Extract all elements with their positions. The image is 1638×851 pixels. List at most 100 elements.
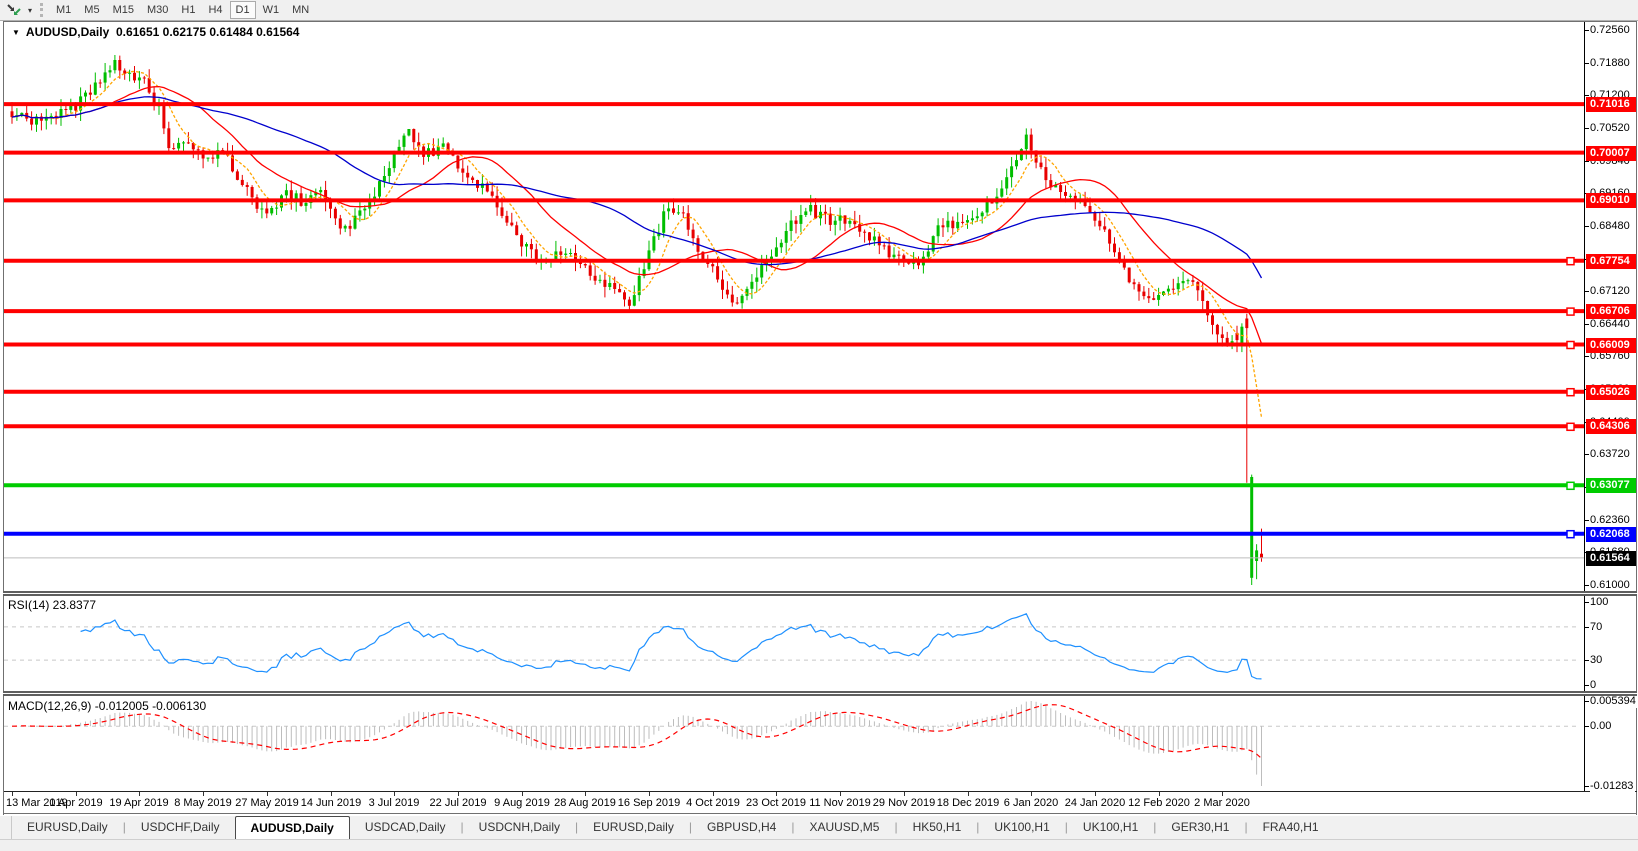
time-axis-line xyxy=(4,791,1637,792)
price-axis-tick xyxy=(1584,226,1589,227)
time-axis-label: 19 Apr 2019 xyxy=(109,797,168,809)
price-axis-label: 0.67120 xyxy=(1590,285,1632,298)
timeframe-button-d1[interactable]: D1 xyxy=(230,1,256,19)
status-strip xyxy=(0,839,1638,851)
rsi-axis-label: 70 xyxy=(1590,621,1604,634)
price-chart-canvas[interactable] xyxy=(4,22,1584,591)
price-axis-label: 0.70520 xyxy=(1590,122,1632,135)
tab-ger30-h1[interactable]: GER30,H1 xyxy=(1156,816,1244,839)
timeframe-button-m1[interactable]: M1 xyxy=(50,1,77,19)
rsi-axis-tick xyxy=(1584,627,1589,628)
time-axis-label: 8 May 2019 xyxy=(174,797,231,809)
dropdown-caret-icon[interactable]: ▾ xyxy=(24,6,36,15)
time-axis-tick xyxy=(1159,792,1160,796)
tab-gbpusd-h4[interactable]: GBPUSD,H4 xyxy=(692,816,791,839)
rsi-axis-tick xyxy=(1584,660,1589,661)
mt4-window: ▾ M1M5M15M30H1H4D1W1MN ▼ AUDUSD,Daily 0.6… xyxy=(0,0,1638,851)
price-axis-label: 0.66440 xyxy=(1590,318,1632,331)
time-axis-tick xyxy=(331,792,332,796)
price-axis-label: 0.72560 xyxy=(1590,24,1632,37)
time-axis-tick xyxy=(394,792,395,796)
timeframe-button-mn[interactable]: MN xyxy=(286,1,315,19)
price-axis-tick xyxy=(1584,95,1589,96)
macd-axis-label: -0.01283 xyxy=(1590,780,1635,793)
macd-axis-tick xyxy=(1584,726,1589,727)
tab-fra40-h1[interactable]: FRA40,H1 xyxy=(1248,816,1334,839)
time-axis-tick xyxy=(139,792,140,796)
macd-axis-tick xyxy=(1584,786,1589,787)
time-axis-tick xyxy=(1095,792,1096,796)
tab-usdcad-daily[interactable]: USDCAD,Daily xyxy=(350,816,461,839)
time-axis-label: 27 May 2019 xyxy=(235,797,299,809)
tab-eurusd-daily[interactable]: EURUSD,Daily xyxy=(578,816,689,839)
timeframe-button-m5[interactable]: M5 xyxy=(78,1,105,19)
tab-scroll-stub[interactable] xyxy=(0,816,12,839)
time-axis-label: 4 Oct 2019 xyxy=(686,797,740,809)
rsi-axis-tick xyxy=(1584,602,1589,603)
time-axis-tick xyxy=(267,792,268,796)
hline-price-badge: 0.71016 xyxy=(1586,97,1636,112)
timeframe-button-h1[interactable]: H1 xyxy=(175,1,201,19)
rsi-canvas[interactable] xyxy=(4,596,1584,691)
macd-axis-label: 0.00 xyxy=(1590,720,1613,733)
time-axis-tick xyxy=(203,792,204,796)
macd-axis-label: 0.005394 xyxy=(1590,695,1638,708)
time-axis-label: 6 Jan 2020 xyxy=(1004,797,1058,809)
timeframe-buttons: M1M5M15M30H1H4D1W1MN xyxy=(50,1,316,19)
time-axis-tick xyxy=(776,792,777,796)
price-axis-label: 0.68480 xyxy=(1590,220,1632,233)
tab-usdcnh-daily[interactable]: USDCNH,Daily xyxy=(464,816,575,839)
rsi-indicator-label: RSI(14) 23.8377 xyxy=(8,598,96,612)
time-axis-label: 18 Dec 2019 xyxy=(937,797,999,809)
time-axis-tick xyxy=(1031,792,1032,796)
tab-uk100-h1[interactable]: UK100,H1 xyxy=(1068,816,1153,839)
symbol-label: AUDUSD,Daily xyxy=(26,25,109,39)
time-axis-label: 1 Apr 2019 xyxy=(49,797,102,809)
tab-xauusd-m5[interactable]: XAUUSD,M5 xyxy=(794,816,894,839)
hline-price-badge: 0.64306 xyxy=(1586,419,1636,434)
collapse-triangle-icon[interactable]: ▼ xyxy=(12,28,20,37)
price-axis-tick xyxy=(1584,356,1589,357)
timeframe-toolbar: ▾ M1M5M15M30H1H4D1W1MN xyxy=(0,0,1638,21)
time-axis-tick xyxy=(713,792,714,796)
price-axis-label: 0.71880 xyxy=(1590,57,1632,70)
timeframe-button-m15[interactable]: M15 xyxy=(107,1,140,19)
macd-axis-tick xyxy=(1584,701,1589,702)
toolbar-grip-handle[interactable] xyxy=(40,3,44,17)
time-axis-label: 14 Jun 2019 xyxy=(301,797,362,809)
tab-uk100-h1[interactable]: UK100,H1 xyxy=(979,816,1064,839)
tab-hk50-h1[interactable]: HK50,H1 xyxy=(898,816,977,839)
rsi-axis-tick xyxy=(1584,685,1589,686)
price-axis-tick xyxy=(1584,30,1589,31)
time-axis-label: 11 Nov 2019 xyxy=(809,797,871,809)
current-price-badge: 0.61564 xyxy=(1586,551,1636,566)
price-axis-tick xyxy=(1584,291,1589,292)
tab-eurusd-daily[interactable]: EURUSD,Daily xyxy=(12,816,123,839)
time-axis-tick xyxy=(904,792,905,796)
tab-audusd-daily[interactable]: AUDUSD,Daily xyxy=(235,816,350,839)
chart-arrows-icon xyxy=(6,2,22,18)
price-axis-line xyxy=(1584,22,1585,791)
tab-usdchf-daily[interactable]: USDCHF,Daily xyxy=(126,816,235,839)
time-axis-label: 23 Oct 2019 xyxy=(746,797,806,809)
time-axis-label: 24 Jan 2020 xyxy=(1065,797,1126,809)
time-axis-label: 28 Aug 2019 xyxy=(554,797,616,809)
time-axis-label: 2 Mar 2020 xyxy=(1194,797,1250,809)
hline-price-badge: 0.62068 xyxy=(1586,527,1636,542)
price-axis-tick xyxy=(1584,324,1589,325)
time-axis-tick xyxy=(1222,792,1223,796)
chart-tool-icon[interactable] xyxy=(4,1,24,19)
price-axis-tick xyxy=(1584,454,1589,455)
time-axis-tick xyxy=(649,792,650,796)
pane-splitter-rsi[interactable] xyxy=(3,591,1637,596)
pane-splitter-macd[interactable] xyxy=(3,691,1637,696)
time-axis-tick xyxy=(458,792,459,796)
chart-tab-bar: EURUSD,Daily|USDCHF,DailyAUDUSD,DailyUSD… xyxy=(0,816,1638,839)
macd-canvas[interactable] xyxy=(4,696,1584,791)
time-axis-tick xyxy=(968,792,969,796)
timeframe-button-m30[interactable]: M30 xyxy=(141,1,174,19)
price-axis-tick xyxy=(1584,585,1589,586)
timeframe-button-w1[interactable]: W1 xyxy=(257,1,286,19)
hline-price-badge: 0.66706 xyxy=(1586,304,1636,319)
timeframe-button-h4[interactable]: H4 xyxy=(202,1,228,19)
